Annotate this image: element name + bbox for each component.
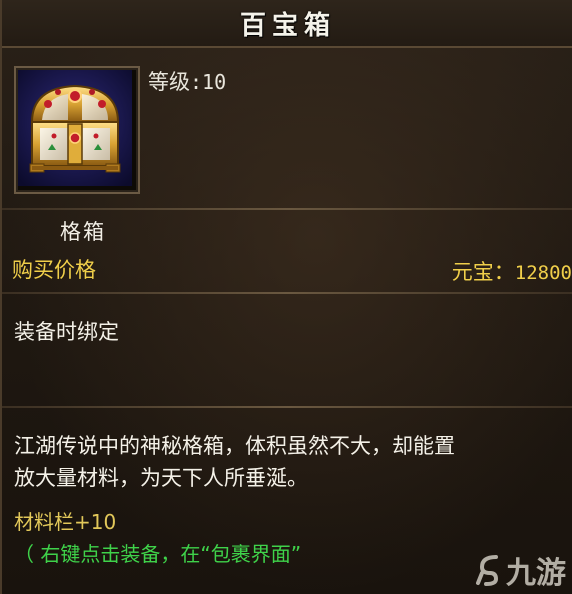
- section-divider: [2, 406, 572, 408]
- binding-status: 装备时绑定: [14, 320, 119, 344]
- watermark-logo-icon: [476, 555, 499, 586]
- level-value: :10: [190, 70, 227, 94]
- price-label: 购买价格: [12, 258, 96, 282]
- title-bar: 百宝箱: [2, 0, 572, 48]
- price-currency: 元宝：: [451, 260, 515, 284]
- price-amount: 12800: [514, 262, 572, 284]
- price-value: 元宝：12800: [452, 256, 572, 286]
- watermark: 九游: [474, 548, 566, 592]
- item-bonus: 材料栏+10: [14, 510, 117, 534]
- usage-hint: （ 右键点击装备，在“包裹界面”: [14, 542, 302, 566]
- description-line: 放大量材料，为天下人所垂涎。: [14, 466, 308, 490]
- description-line: 江湖传说中的神秘格箱，体积虽然不大，却能置: [14, 434, 455, 458]
- item-level: 等级:10: [148, 66, 226, 96]
- tooltip-title: 百宝箱: [239, 10, 336, 41]
- item-tooltip-panel: 百宝箱 等级:10 格箱 购买价格 元宝：12800 装备时绑定 江湖传说中的神…: [0, 0, 572, 594]
- level-label: 等级: [148, 70, 190, 94]
- section-divider: [2, 292, 572, 294]
- treasure-chest-icon: [18, 70, 132, 186]
- section-divider: [2, 208, 572, 210]
- item-icon-frame: [14, 66, 140, 194]
- watermark-text: 九游: [506, 556, 566, 591]
- item-description: 江湖传说中的神秘格箱，体积虽然不大，却能置 放大量材料，为天下人所垂涎。: [14, 430, 564, 494]
- item-name: 格箱: [60, 220, 106, 244]
